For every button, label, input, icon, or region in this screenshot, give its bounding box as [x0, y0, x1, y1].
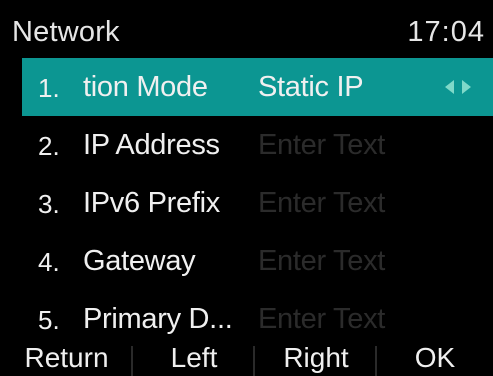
left-label: Left — [170, 342, 218, 373]
ipv6-prefix-input[interactable]: Enter Text — [258, 187, 385, 220]
item-label: tion Mode — [83, 71, 208, 103]
list-item-ip-address[interactable]: 2. IP Address Enter Text — [22, 116, 493, 174]
phone-screen: Network 17:04 1. tion Mode Static IP 2. … — [0, 0, 493, 376]
left-button[interactable]: Left — [133, 340, 255, 376]
arrow-left-icon — [445, 80, 454, 94]
item-label: Primary D... — [83, 303, 233, 335]
list-item-ipv6-prefix[interactable]: 3. IPv6 Prefix Enter Text — [22, 174, 493, 232]
item-number: 5. — [38, 305, 60, 335]
arrow-right-icon — [462, 80, 471, 94]
item-number: 4. — [38, 247, 60, 277]
right-label: Right — [283, 342, 349, 373]
settings-list: 1. tion Mode Static IP 2. IP Address Ent… — [0, 58, 493, 348]
ok-label: OK — [414, 342, 456, 373]
status-bar: Network 17:04 — [0, 0, 493, 58]
return-label: Return — [24, 342, 109, 373]
connection-mode-value[interactable]: Static IP — [258, 71, 364, 104]
item-label: IPv6 Prefix — [83, 187, 220, 219]
softkey-bar: Return Left Right OK — [0, 340, 493, 376]
list-item-connection-mode[interactable]: 1. tion Mode Static IP — [22, 58, 493, 116]
right-button[interactable]: Right — [255, 340, 377, 376]
primary-dns-input[interactable]: Enter Text — [258, 303, 385, 336]
page-title: Network — [12, 16, 120, 48]
item-number: 3. — [38, 189, 60, 219]
clock: 17:04 — [407, 16, 485, 48]
gateway-input[interactable]: Enter Text — [258, 245, 385, 278]
item-number: 2. — [38, 131, 60, 161]
ok-button[interactable]: OK — [377, 340, 493, 376]
item-label: Gateway — [83, 245, 196, 277]
list-item-gateway[interactable]: 4. Gateway Enter Text — [22, 232, 493, 290]
item-number: 1. — [38, 73, 60, 103]
ip-address-input[interactable]: Enter Text — [258, 129, 385, 162]
left-right-arrows-icon[interactable] — [445, 77, 471, 97]
return-button[interactable]: Return — [0, 340, 133, 376]
item-label: IP Address — [83, 129, 220, 161]
